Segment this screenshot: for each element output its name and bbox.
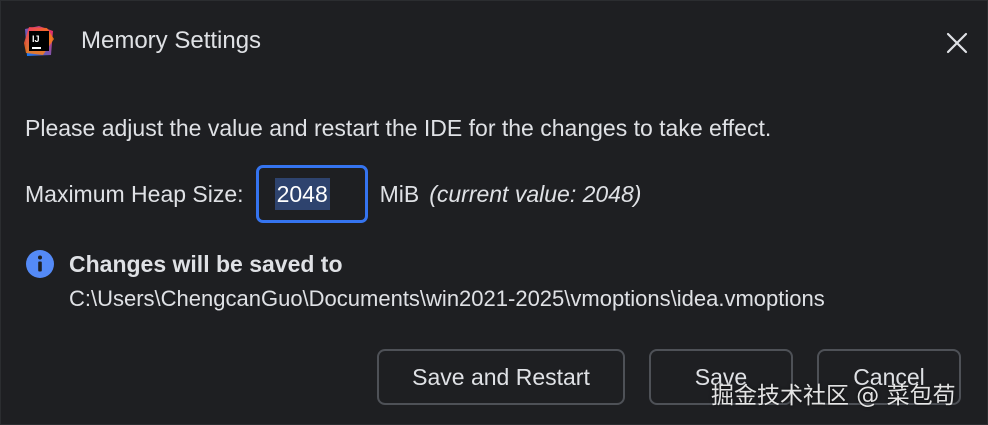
instruction-message: Please adjust the value and restart the … (25, 115, 772, 141)
vmoptions-path: C:\Users\ChengcanGuo\Documents\win2021-2… (69, 286, 825, 311)
heap-size-row: Maximum Heap Size: 2048 MiB (current val… (25, 164, 641, 224)
close-button[interactable] (937, 25, 977, 61)
title-bar: IJ Memory Settings (1, 1, 988, 81)
heap-unit-label: MiB (379, 180, 420, 207)
save-and-restart-button[interactable]: Save and Restart (377, 349, 625, 405)
dialog-title: Memory Settings (81, 27, 262, 54)
heap-size-input[interactable]: 2048 (255, 165, 368, 223)
intellij-idea-icon: IJ (24, 26, 54, 56)
close-icon (946, 32, 968, 54)
current-value-hint: (current value: 2048) (429, 180, 642, 207)
logo-text: IJ (32, 34, 40, 44)
info-icon (26, 250, 54, 278)
watermark: 掘金技术社区 @ 菜包苟 (711, 383, 956, 409)
memory-settings-dialog: IJ Memory Settings Please adjust the val… (0, 0, 988, 425)
heap-size-label: Maximum Heap Size: (25, 180, 244, 207)
save-location-title: Changes will be saved to (69, 251, 343, 277)
heap-size-value[interactable]: 2048 (274, 178, 330, 210)
